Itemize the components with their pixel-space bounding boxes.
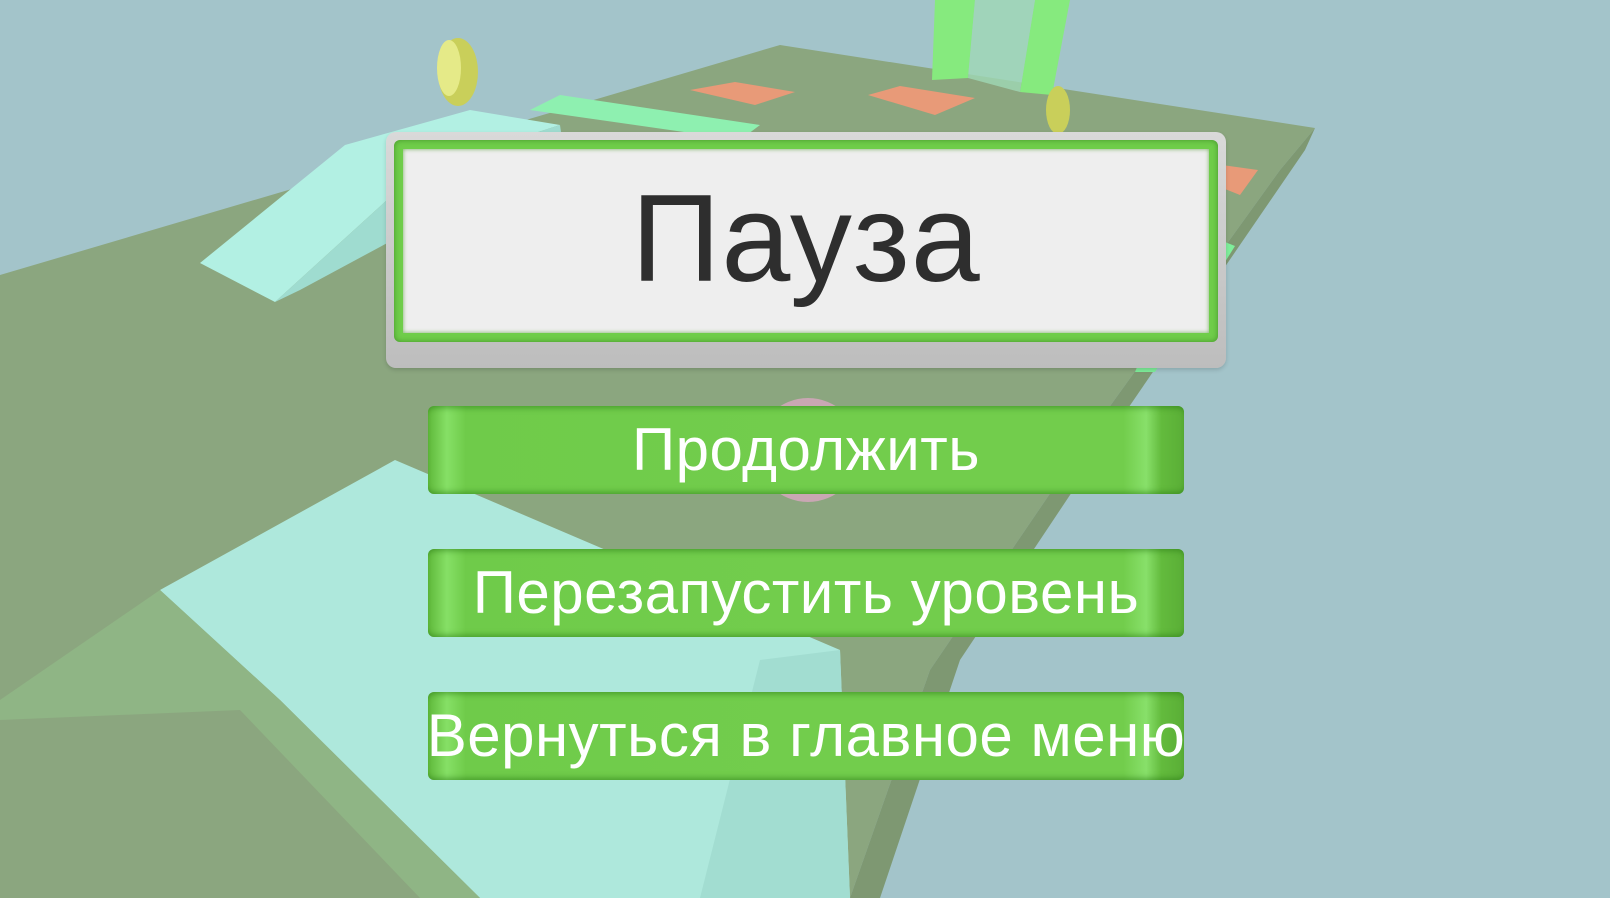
game-viewport: Пауза Продолжить Перезапустить уровень В… xyxy=(0,0,1610,898)
restart-level-button-label: Перезапустить уровень xyxy=(472,559,1140,626)
coin-icon xyxy=(1046,86,1070,134)
pause-panel-border: Пауза xyxy=(394,140,1218,342)
resume-button-label: Продолжить xyxy=(631,416,980,483)
coin-icon xyxy=(437,40,461,96)
restart-level-button[interactable]: Перезапустить уровень xyxy=(428,549,1184,637)
main-menu-button[interactable]: Вернуться в главное меню xyxy=(426,692,1186,780)
green-pillar xyxy=(932,0,975,80)
main-menu-button-label: Вернуться в главное меню xyxy=(426,702,1186,769)
pause-panel: Пауза xyxy=(386,132,1226,368)
pause-panel-face: Пауза xyxy=(403,149,1209,333)
resume-button[interactable]: Продолжить xyxy=(428,406,1184,494)
pause-title: Пауза xyxy=(631,170,981,308)
